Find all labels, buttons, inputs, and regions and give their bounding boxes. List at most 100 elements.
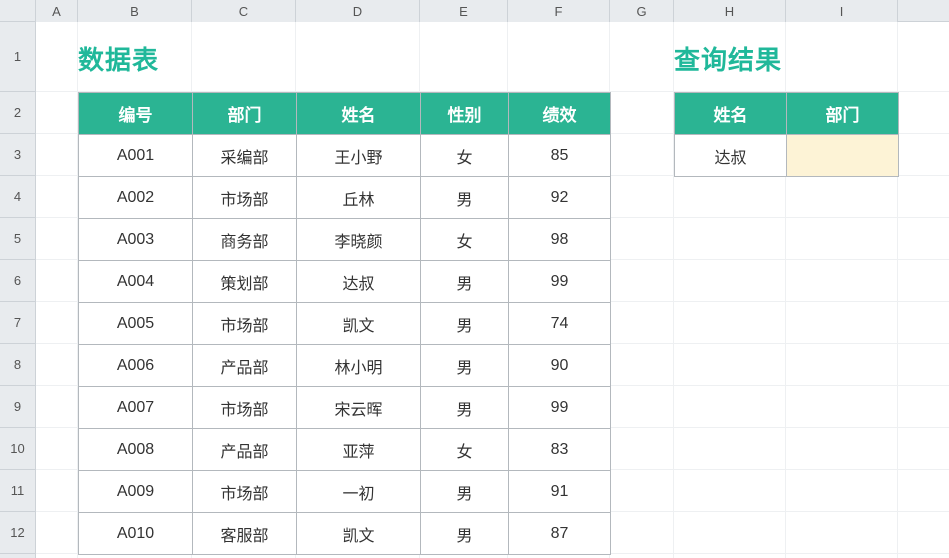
data-cell[interactable]: 男 [421, 471, 509, 513]
row-head-3[interactable]: 3 [0, 134, 35, 176]
row-head-12[interactable]: 12 [0, 512, 35, 554]
data-cell[interactable]: 85 [509, 135, 611, 177]
data-cell[interactable]: A009 [79, 471, 193, 513]
data-cell[interactable]: 99 [509, 261, 611, 303]
data-cell[interactable]: A008 [79, 429, 193, 471]
column-headers: ABCDEFGHI [0, 0, 949, 22]
data-cell[interactable]: A002 [79, 177, 193, 219]
data-cell[interactable]: 客服部 [193, 513, 297, 555]
data-cell[interactable]: 92 [509, 177, 611, 219]
data-cell[interactable]: 男 [421, 513, 509, 555]
col-head-E[interactable]: E [420, 0, 508, 22]
data-cell[interactable]: 李晓颜 [297, 219, 421, 261]
data-cell[interactable]: 策划部 [193, 261, 297, 303]
data-cell[interactable]: A006 [79, 345, 193, 387]
data-header-cell[interactable]: 绩效 [509, 93, 611, 135]
spreadsheet: ABCDEFGHI 123456789101112 数据表查询结果编号部门姓名性… [0, 0, 949, 558]
row-head-2[interactable]: 2 [0, 92, 35, 134]
data-cell[interactable]: 女 [421, 429, 509, 471]
table-row: A004策划部达叔男99 [79, 261, 611, 303]
col-head-C[interactable]: C [192, 0, 296, 22]
data-cell[interactable]: 99 [509, 387, 611, 429]
col-head-G[interactable]: G [610, 0, 674, 22]
query-name-cell[interactable]: 达叔 [675, 135, 787, 177]
row-head-4[interactable]: 4 [0, 176, 35, 218]
data-cell[interactable]: A003 [79, 219, 193, 261]
select-all-corner[interactable] [0, 0, 36, 22]
data-cell[interactable]: 女 [421, 135, 509, 177]
data-cell[interactable]: 男 [421, 387, 509, 429]
col-head-B[interactable]: B [78, 0, 192, 22]
data-cell[interactable]: 亚萍 [297, 429, 421, 471]
table-row: A001采编部王小野女85 [79, 135, 611, 177]
col-head-F[interactable]: F [508, 0, 610, 22]
table-row: 达叔 [675, 135, 899, 177]
data-cell[interactable]: A004 [79, 261, 193, 303]
table-row: A009市场部一初男91 [79, 471, 611, 513]
data-cell[interactable]: 凯文 [297, 303, 421, 345]
data-table[interactable]: 编号部门姓名性别绩效A001采编部王小野女85A002市场部丘林男92A003商… [78, 92, 611, 555]
query-title: 查询结果 [674, 40, 782, 77]
data-cell[interactable]: A010 [79, 513, 193, 555]
data-cell[interactable]: 丘林 [297, 177, 421, 219]
data-cell[interactable]: 男 [421, 345, 509, 387]
table-row: A002市场部丘林男92 [79, 177, 611, 219]
data-cell[interactable]: 宋云晖 [297, 387, 421, 429]
table-row: A010客服部凯文男87 [79, 513, 611, 555]
body-area: 123456789101112 数据表查询结果编号部门姓名性别绩效A001采编部… [0, 22, 949, 558]
row-head-7[interactable]: 7 [0, 302, 35, 344]
data-cell[interactable]: 87 [509, 513, 611, 555]
col-head-H[interactable]: H [674, 0, 786, 22]
data-cell[interactable]: 女 [421, 219, 509, 261]
data-cell[interactable]: 98 [509, 219, 611, 261]
row-head-5[interactable]: 5 [0, 218, 35, 260]
data-cell[interactable]: A005 [79, 303, 193, 345]
data-cell[interactable]: A007 [79, 387, 193, 429]
row-head-9[interactable]: 9 [0, 386, 35, 428]
data-header-cell[interactable]: 姓名 [297, 93, 421, 135]
data-cell[interactable]: 王小野 [297, 135, 421, 177]
query-header-cell[interactable]: 部门 [787, 93, 899, 135]
row-head-10[interactable]: 10 [0, 428, 35, 470]
table-row: A006产品部林小明男90 [79, 345, 611, 387]
query-dept-cell[interactable] [787, 135, 899, 177]
data-cell[interactable]: 男 [421, 261, 509, 303]
row-head-11[interactable]: 11 [0, 470, 35, 512]
table-row: A005市场部凯文男74 [79, 303, 611, 345]
data-cell[interactable]: 达叔 [297, 261, 421, 303]
main-title: 数据表 [78, 40, 159, 77]
data-cell[interactable]: 市场部 [193, 471, 297, 513]
col-head-I[interactable]: I [786, 0, 898, 22]
data-cell[interactable]: 林小明 [297, 345, 421, 387]
data-header-cell[interactable]: 部门 [193, 93, 297, 135]
col-head-D[interactable]: D [296, 0, 420, 22]
data-cell[interactable]: 91 [509, 471, 611, 513]
data-cell[interactable]: 凯文 [297, 513, 421, 555]
data-cell[interactable]: 74 [509, 303, 611, 345]
data-cell[interactable]: 产品部 [193, 429, 297, 471]
row-head-1[interactable]: 1 [0, 22, 35, 92]
row-head-6[interactable]: 6 [0, 260, 35, 302]
table-row: A007市场部宋云晖男99 [79, 387, 611, 429]
query-header-row: 姓名部门 [675, 93, 899, 135]
data-cell[interactable]: 一初 [297, 471, 421, 513]
data-cell[interactable]: 男 [421, 303, 509, 345]
data-cell[interactable]: 90 [509, 345, 611, 387]
query-table[interactable]: 姓名部门达叔 [674, 92, 899, 177]
data-cell[interactable]: 产品部 [193, 345, 297, 387]
table-row: A003商务部李晓颜女98 [79, 219, 611, 261]
col-head-A[interactable]: A [36, 0, 78, 22]
data-cell[interactable]: A001 [79, 135, 193, 177]
data-cell[interactable]: 市场部 [193, 303, 297, 345]
data-header-cell[interactable]: 编号 [79, 93, 193, 135]
data-cell[interactable]: 商务部 [193, 219, 297, 261]
query-header-cell[interactable]: 姓名 [675, 93, 787, 135]
data-cell[interactable]: 83 [509, 429, 611, 471]
data-cell[interactable]: 市场部 [193, 387, 297, 429]
row-head-8[interactable]: 8 [0, 344, 35, 386]
data-cell[interactable]: 市场部 [193, 177, 297, 219]
cell-grid[interactable]: 数据表查询结果编号部门姓名性别绩效A001采编部王小野女85A002市场部丘林男… [36, 22, 949, 558]
data-cell[interactable]: 采编部 [193, 135, 297, 177]
data-header-cell[interactable]: 性别 [421, 93, 509, 135]
data-cell[interactable]: 男 [421, 177, 509, 219]
